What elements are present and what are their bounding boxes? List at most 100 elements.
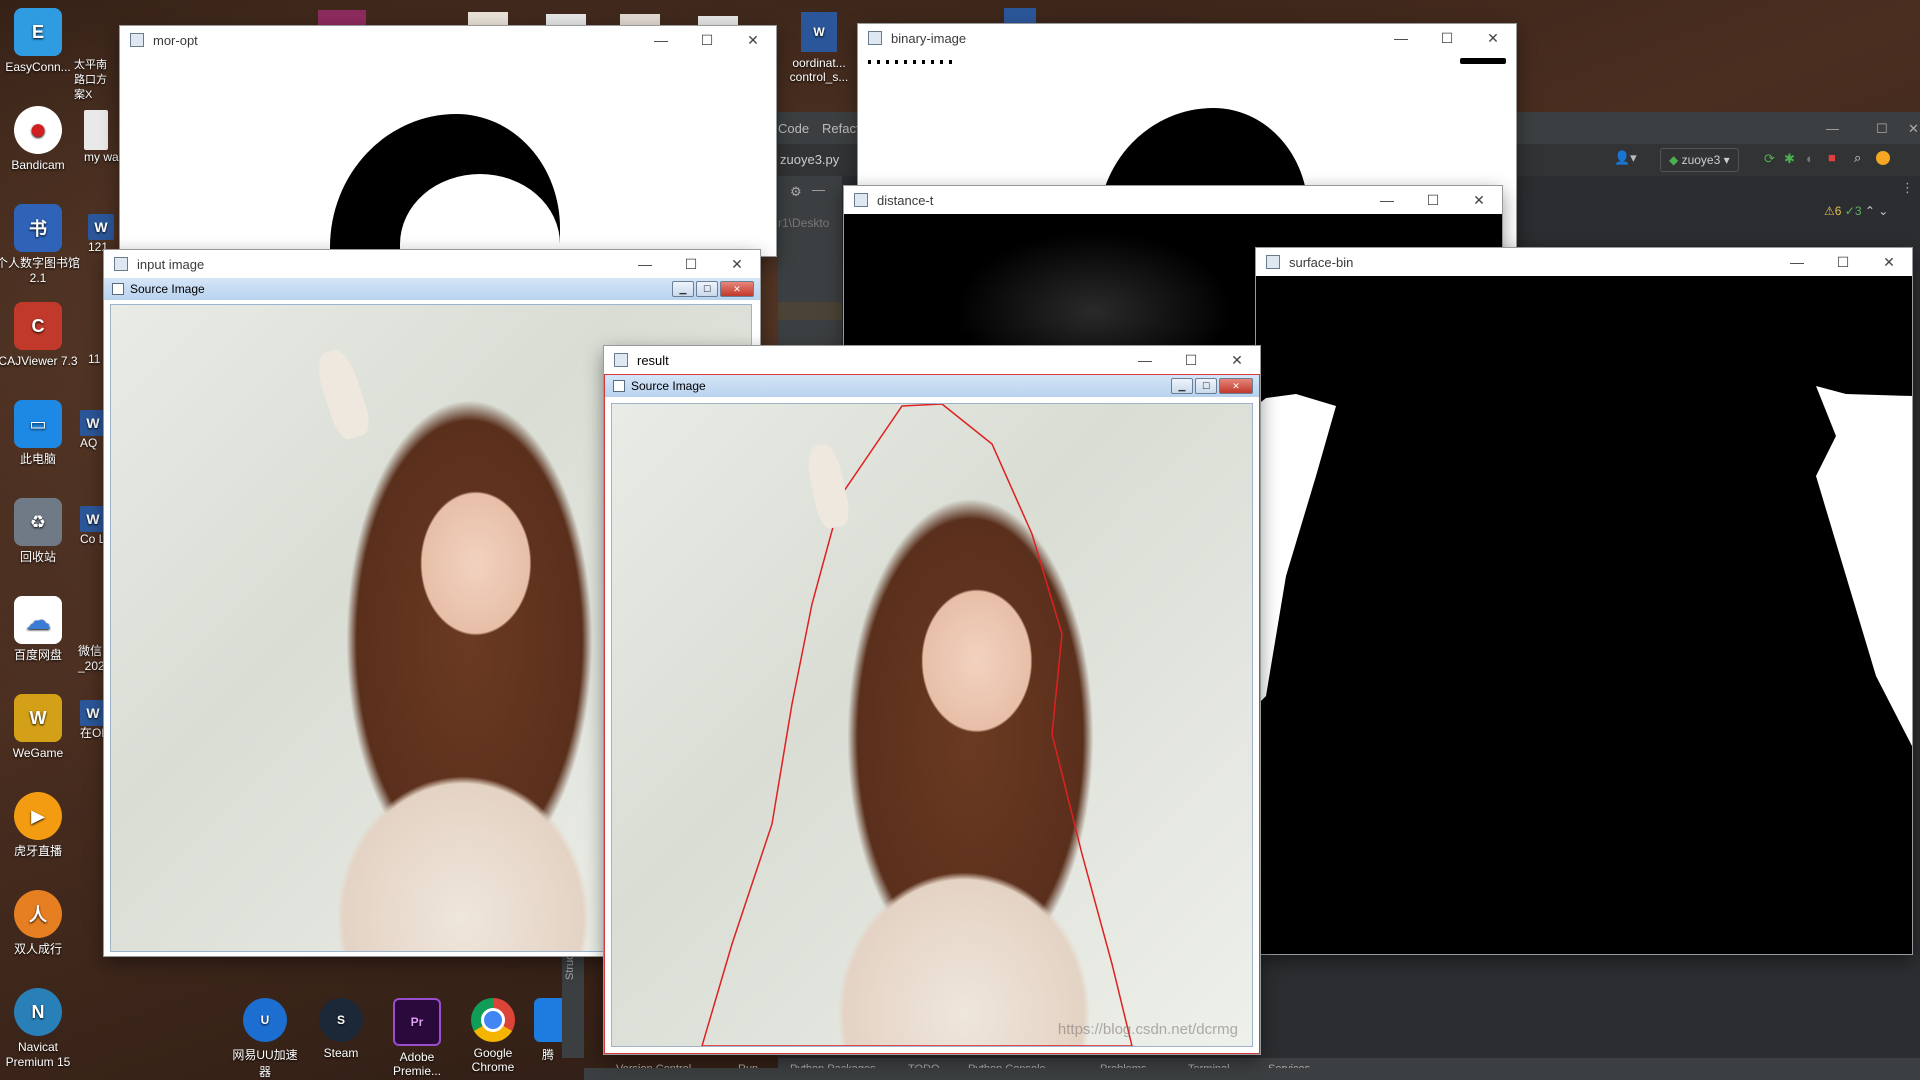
window-titlebar[interactable]: surface-bin — ☐ ✕ [1256,248,1912,276]
desktop-icon-navicat[interactable]: N Navicat Premium 15 [0,988,80,1070]
structure-sidebar[interactable]: Structure [562,935,584,1058]
close-button[interactable]: ✕ [720,281,754,297]
uu-accelerator-icon: U [243,998,287,1042]
desktop-icon-label: 双人成行 [13,942,62,956]
maximize-button[interactable]: ☐ [668,250,714,278]
minimize-button[interactable]: — [1774,248,1820,276]
minimize-button[interactable]: — [622,250,668,278]
desktop-icon-bandicam[interactable]: ● Bandicam [0,106,80,173]
window-title: surface-bin [1289,254,1354,270]
minimize-button[interactable]: — [1378,24,1424,52]
close-icon[interactable]: ✕ [1908,121,1919,137]
window-surface-bin[interactable]: surface-bin — ☐ ✕ [1256,248,1912,954]
desktop-icon-steam[interactable]: S Steam [306,998,376,1060]
window-icon [1266,255,1280,269]
debug-icon[interactable]: ✱ [1784,151,1795,167]
inspection-widget[interactable]: ⚠6 ✓3 ⌃ ⌄ [1824,204,1888,218]
desktop-icon-label: 百度网盘 [13,648,62,662]
minimize-button[interactable]: ▁ [672,281,694,297]
desktop-icon-partial[interactable]: my wa [84,110,120,165]
desktop-icon-label: Google Chrome [471,1046,515,1074]
maximize-button[interactable]: ☐ [1820,248,1866,276]
segmentation-contour [701,404,1133,1046]
rerun-icon[interactable]: ⟳ [1764,151,1775,167]
window-icon [854,193,868,207]
computer-icon: ▭ [14,400,62,448]
desktop-icon-baidu-pan[interactable]: ☁ 百度网盘 [0,596,80,663]
minimize-button[interactable]: ▁ [1171,378,1193,394]
close-button[interactable]: ✕ [730,26,776,54]
desktop-icon-partial[interactable]: 太平南路口方案X [74,28,114,103]
desktop-icon-easyconn[interactable]: E EasyConn... [0,8,80,75]
selected-file-row[interactable] [778,302,842,320]
window-titlebar[interactable]: distance-t — ☐ ✕ [844,186,1502,214]
desktop-icon-partial[interactable]: W 121 [88,214,118,255]
desktop-icon-library[interactable]: 书 个人数字图书馆2.1 [0,204,80,286]
maximize-button[interactable]: ☐ [1410,186,1456,214]
chevron-up-icon[interactable]: ⌃ [1865,204,1875,218]
search-icon[interactable]: ⌕ [1854,150,1861,166]
desktop-icon-cajviewer[interactable]: C CAJViewer 7.3 [0,302,80,369]
minimize-button[interactable]: — [1122,346,1168,374]
maximize-icon[interactable]: ☐ [1876,121,1888,137]
close-button[interactable]: ✕ [1219,378,1253,394]
menu-code[interactable]: Code [778,121,809,136]
result-photo: https://blog.csdn.net/dcrmg [611,403,1253,1047]
file-tab[interactable]: zuoye3.py [780,152,839,167]
cloud-icon: ☁ [14,596,62,644]
bandicam-icon: ● [14,106,62,154]
window-titlebar[interactable]: mor-opt — ☐ ✕ [120,26,776,54]
winrar-icon[interactable] [318,10,366,26]
inner-window-title: Source Image [130,282,205,296]
maximize-button[interactable]: ☐ [684,26,730,54]
desktop-icon-label: EasyConn... [5,60,71,74]
maximize-button[interactable]: ☐ [1195,378,1217,394]
menu-refactor[interactable]: Refact [822,121,860,136]
desktop-icon-tencent[interactable]: 腾 [534,998,562,1063]
window-titlebar[interactable]: binary-image — ☐ ✕ [858,24,1516,52]
update-icon[interactable] [1876,151,1890,165]
minimize-icon[interactable]: — [1826,121,1839,136]
close-button[interactable]: ✕ [1456,186,1502,214]
word-icon: W [88,214,114,240]
desktop-icon-huya[interactable]: ▶ 虎牙直播 [0,792,80,859]
close-button[interactable]: ✕ [1214,346,1260,374]
run-config-select[interactable]: ◆ zuoye3 ▾ [1660,148,1739,172]
close-button[interactable]: ✕ [1866,248,1912,276]
stop-icon[interactable]: ■ [1828,150,1836,165]
desktop-icon-chrome[interactable]: Google Chrome [458,998,528,1074]
maximize-button[interactable]: ☐ [696,281,718,297]
desktop-icon-word-file[interactable]: W oordinat... control_s... [776,12,862,84]
desktop-icon-label: 虎牙直播 [13,844,62,858]
desktop-icon-premiere[interactable]: Pr Adobe Premie... [382,998,452,1078]
user-icon[interactable]: 👤▾ [1614,150,1637,166]
recycle-bin-icon: ♻ [14,498,62,546]
window-result[interactable]: result — ☐ ✕ Source Image ▁ ☐ ✕ https://… [604,346,1260,1054]
window-mor-opt[interactable]: mor-opt — ☐ ✕ [120,26,776,256]
window-titlebar[interactable]: input image — ☐ ✕ [104,250,760,278]
window-icon [868,31,882,45]
collapse-icon[interactable]: — [812,182,825,197]
desktop-icon-it-takes-two[interactable]: 人 双人成行 [0,890,80,957]
inner-window-title: Source Image [631,379,706,393]
minimize-button[interactable]: — [1364,186,1410,214]
window-title: distance-t [877,192,934,208]
word-icon: W [80,506,106,532]
desktop-icon-wegame[interactable]: W WeGame [0,694,80,761]
word-icon: W [80,700,106,726]
it-takes-two-icon: 人 [14,890,62,938]
close-button[interactable]: ✕ [1470,24,1516,52]
close-button[interactable]: ✕ [714,250,760,278]
desktop-icon-recycle-bin[interactable]: ♻ 回收站 [0,498,80,565]
easyconn-icon: E [14,8,62,56]
minimize-button[interactable]: — [638,26,684,54]
profile-icon[interactable]: ◐ [1806,151,1814,166]
maximize-button[interactable]: ☐ [1424,24,1470,52]
gear-icon[interactable]: ⚙ [790,184,802,200]
desktop-icon-uu[interactable]: U 网易UU加速器 [230,998,300,1080]
more-icon[interactable]: ⋮ [1901,180,1914,196]
window-titlebar[interactable]: result — ☐ ✕ [604,346,1260,374]
desktop-icon-this-pc[interactable]: ▭ 此电脑 [0,400,80,467]
maximize-button[interactable]: ☐ [1168,346,1214,374]
chevron-down-icon[interactable]: ⌄ [1878,204,1888,218]
